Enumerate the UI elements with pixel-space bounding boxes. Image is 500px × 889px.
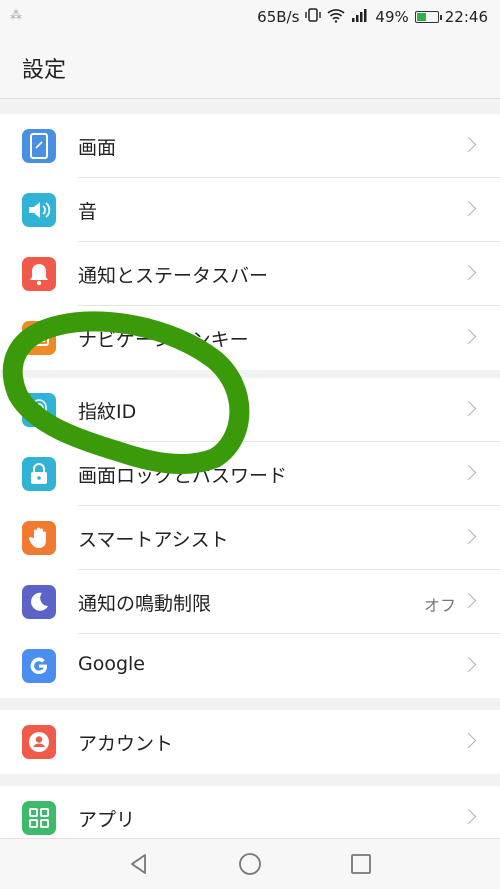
back-icon[interactable]: [126, 851, 152, 877]
navigation-key-icon: [22, 321, 56, 355]
signal-icon: [351, 7, 369, 27]
settings-group-accounts: アカウント: [0, 710, 500, 774]
chevron-right-icon: [460, 656, 477, 673]
lock-icon: [22, 457, 56, 491]
chevron-right-icon: [460, 592, 477, 609]
chevron-right-icon: [460, 136, 477, 153]
bell-icon: [22, 257, 56, 291]
app-header: 設定: [0, 34, 500, 99]
account-icon: [22, 725, 56, 759]
settings-item-label: 通知の鳴動制限: [78, 593, 212, 615]
chevron-right-icon: [460, 732, 477, 749]
settings-item-smart-assist[interactable]: スマートアシスト: [0, 506, 500, 570]
chevron-right-icon: [460, 528, 477, 545]
settings-item-label: 指紋ID: [78, 401, 137, 423]
chevron-right-icon: [460, 200, 477, 217]
settings-item-label: 音: [78, 201, 98, 223]
settings-item-notifications[interactable]: 通知とステータスバー: [0, 242, 500, 306]
page-title: 設定: [22, 58, 67, 83]
notification-icon: ⁂: [10, 8, 22, 22]
speaker-icon: [22, 193, 56, 227]
settings-item-screen-lock[interactable]: 画面ロックとパスワード: [0, 442, 500, 506]
chevron-right-icon: [460, 328, 477, 345]
chevron-right-icon: [460, 264, 477, 281]
settings-item-accounts[interactable]: アカウント: [0, 710, 500, 774]
status-bar: ⁂ 65B/s 49% 22:46: [0, 0, 500, 34]
chevron-right-icon: [460, 808, 477, 825]
settings-item-google[interactable]: Google: [0, 634, 500, 698]
settings-item-label: 通知とステータスバー: [78, 265, 269, 287]
vibrate-icon: [305, 7, 322, 27]
status-value: オフ: [423, 596, 456, 615]
battery-icon: [414, 11, 442, 23]
settings-item-navigation-key[interactable]: ナビゲーションキー: [0, 306, 500, 370]
settings-item-sound[interactable]: 音: [0, 178, 500, 242]
google-icon: [22, 649, 56, 683]
settings-item-label: Google: [78, 653, 146, 675]
chevron-right-icon: [460, 400, 477, 417]
fingerprint-icon: [22, 393, 56, 427]
home-icon[interactable]: [237, 851, 263, 877]
net-speed: 65B/s: [257, 8, 300, 26]
settings-group-display: 画面 音 通知とステータスバー ナビゲーションキー: [0, 114, 500, 370]
system-navigation-bar: [0, 838, 500, 889]
hand-icon: [22, 521, 56, 555]
settings-item-label: アカウント: [78, 733, 174, 755]
settings-item-label: 画面ロックとパスワード: [78, 465, 288, 487]
settings-item-display[interactable]: 画面: [0, 114, 500, 178]
settings-item-label: スマートアシスト: [78, 529, 229, 551]
clock: 22:46: [444, 8, 488, 26]
chevron-right-icon: [460, 464, 477, 481]
apps-icon: [22, 801, 56, 835]
settings-item-fingerprint[interactable]: 指紋ID: [0, 378, 500, 442]
recents-icon[interactable]: [348, 851, 374, 877]
moon-icon: [22, 585, 56, 619]
settings-item-label: ナビゲーションキー: [78, 329, 249, 351]
settings-item-label: 画面: [78, 137, 117, 159]
settings-group-security: 指紋ID 画面ロックとパスワード スマートアシスト 通知の鳴動制限 オフ Goo…: [0, 378, 500, 698]
settings-item-do-not-disturb[interactable]: 通知の鳴動制限 オフ: [0, 570, 500, 634]
wifi-icon: [327, 7, 345, 27]
display-icon: [22, 129, 56, 163]
settings-item-label: アプリ: [78, 809, 136, 831]
battery-percent: 49%: [375, 8, 409, 26]
